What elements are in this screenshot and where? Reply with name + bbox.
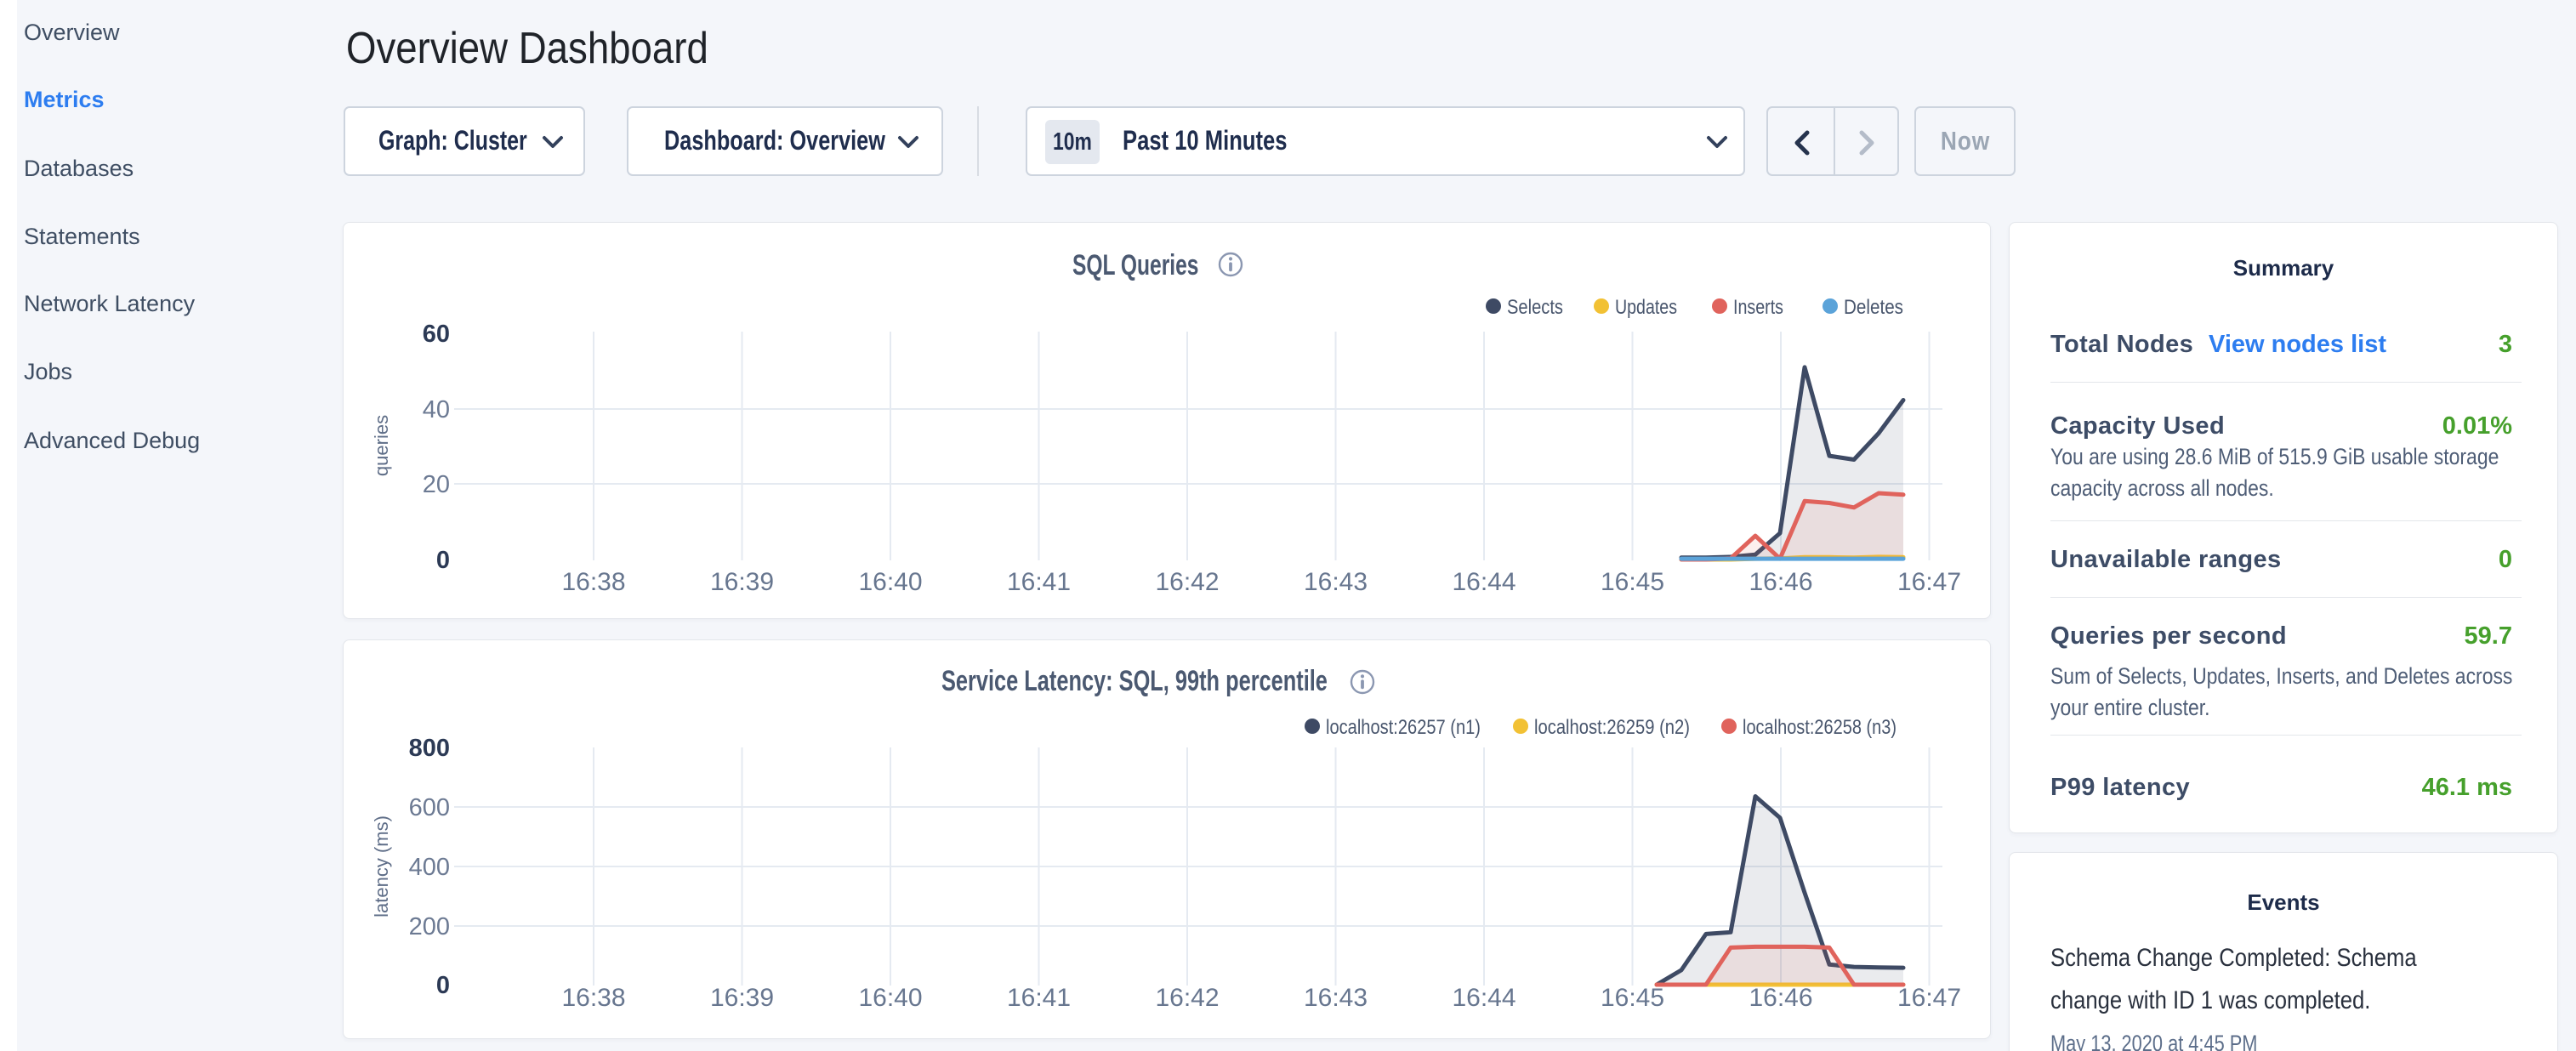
svg-text:16:38: 16:38 bbox=[561, 984, 625, 1012]
svg-text:0: 0 bbox=[436, 972, 450, 999]
svg-text:16:42: 16:42 bbox=[1155, 568, 1219, 596]
svg-text:16:40: 16:40 bbox=[858, 568, 922, 596]
svg-text:16:45: 16:45 bbox=[1601, 568, 1664, 596]
svg-text:localhost:26259 (n2): localhost:26259 (n2) bbox=[1534, 716, 1690, 739]
svg-text:latency (ms): latency (ms) bbox=[371, 815, 392, 917]
svg-text:16:43: 16:43 bbox=[1304, 568, 1368, 596]
svg-text:localhost:26257 (n1): localhost:26257 (n1) bbox=[1326, 716, 1481, 739]
svg-text:16:40: 16:40 bbox=[858, 984, 922, 1012]
svg-text:16:47: 16:47 bbox=[1897, 568, 1961, 596]
svg-text:queries: queries bbox=[371, 415, 392, 476]
svg-text:16:44: 16:44 bbox=[1452, 984, 1515, 1012]
svg-text:16:39: 16:39 bbox=[710, 984, 774, 1012]
svg-text:16:42: 16:42 bbox=[1155, 984, 1219, 1012]
svg-text:16:44: 16:44 bbox=[1452, 568, 1515, 596]
svg-text:Selects: Selects bbox=[1507, 296, 1563, 319]
svg-text:200: 200 bbox=[409, 913, 450, 940]
svg-text:16:46: 16:46 bbox=[1749, 984, 1812, 1012]
svg-text:16:45: 16:45 bbox=[1601, 984, 1664, 1012]
svg-text:16:47: 16:47 bbox=[1897, 984, 1961, 1012]
svg-text:800: 800 bbox=[409, 735, 450, 762]
svg-text:Deletes: Deletes bbox=[1844, 296, 1903, 319]
svg-text:localhost:26258 (n3): localhost:26258 (n3) bbox=[1743, 716, 1896, 739]
svg-text:Updates: Updates bbox=[1615, 296, 1677, 319]
svg-text:16:46: 16:46 bbox=[1749, 568, 1812, 596]
svg-text:60: 60 bbox=[423, 321, 450, 348]
svg-text:16:41: 16:41 bbox=[1007, 568, 1071, 596]
svg-text:400: 400 bbox=[409, 854, 450, 881]
svg-text:0: 0 bbox=[436, 547, 450, 574]
svg-text:16:39: 16:39 bbox=[710, 568, 774, 596]
svg-text:16:38: 16:38 bbox=[561, 568, 625, 596]
svg-text:Inserts: Inserts bbox=[1733, 296, 1783, 319]
svg-text:40: 40 bbox=[423, 396, 450, 423]
svg-text:20: 20 bbox=[423, 471, 450, 498]
svg-text:16:43: 16:43 bbox=[1304, 984, 1368, 1012]
svg-text:16:41: 16:41 bbox=[1007, 984, 1071, 1012]
svg-text:600: 600 bbox=[409, 794, 450, 821]
